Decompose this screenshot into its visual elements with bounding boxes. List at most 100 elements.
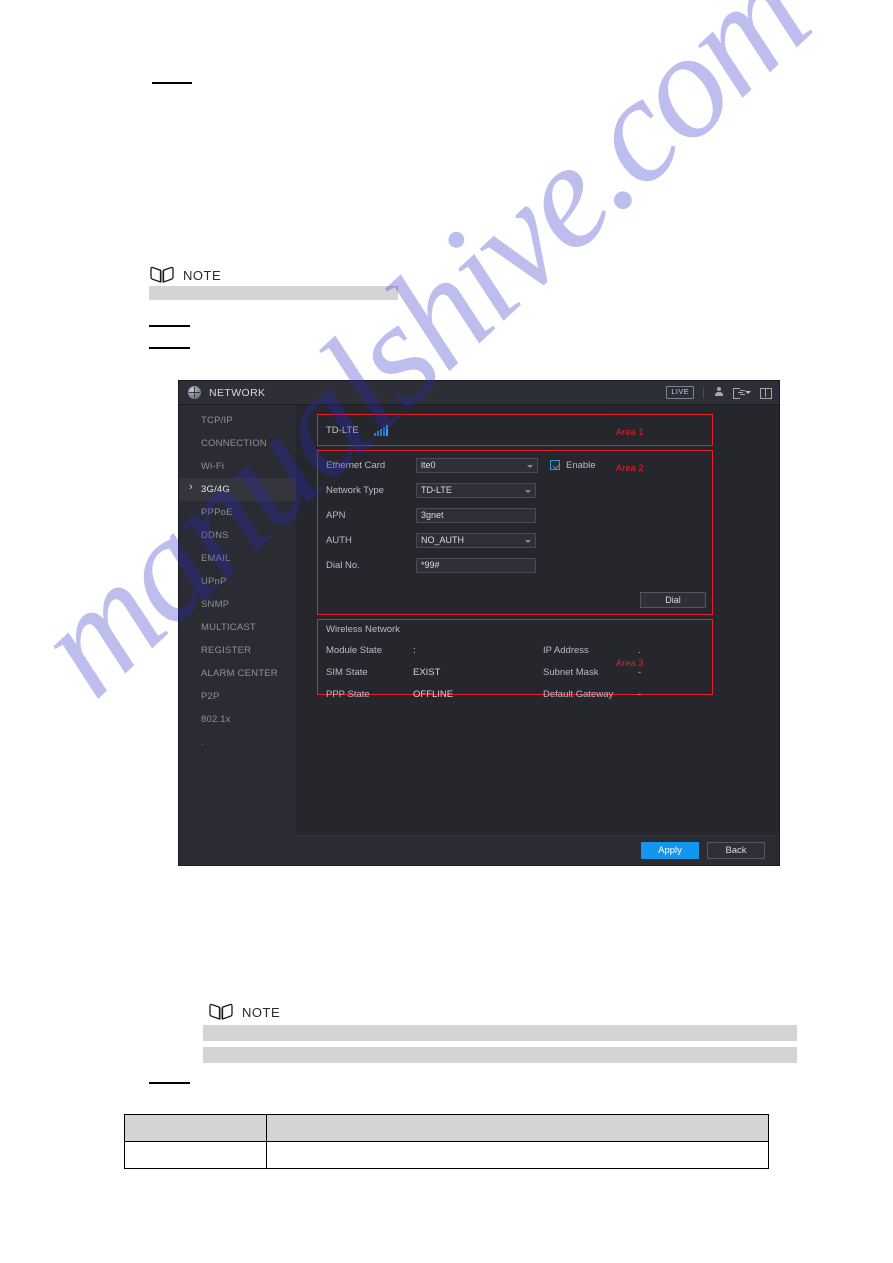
auth-label: AUTH <box>326 534 352 546</box>
redacted-rule-mid-1 <box>149 325 190 327</box>
window-body: TCP/IP CONNECTION Wi-Fi 3G/4G PPPoE DDNS… <box>179 405 779 865</box>
window-footer: Apply Back <box>296 835 779 865</box>
chevron-down-icon <box>525 489 531 493</box>
status-row: SIM State EXIST Subnet Mask - <box>318 661 712 683</box>
sidebar-item-label: UPnP <box>201 576 227 587</box>
redacted-rule-top <box>152 82 192 84</box>
auth-value: NO_AUTH <box>421 535 465 545</box>
redacted-note-text-top <box>149 286 398 300</box>
sidebar-item-multicast[interactable]: MULTICAST <box>179 616 296 639</box>
redacted-note-text-bottom-1 <box>203 1025 797 1041</box>
ethernet-card-select[interactable]: lte0 <box>416 457 538 473</box>
window-status-icons: LIVE <box>666 386 772 399</box>
table-cell-1 <box>124 1141 267 1169</box>
apn-input[interactable]: 3gnet <box>416 507 536 523</box>
status-row: Module State : IP Address . <box>318 639 712 661</box>
auth-select[interactable]: NO_AUTH <box>416 532 536 548</box>
network-type-value: TD-LTE <box>421 485 452 495</box>
form-row-dial-no: Dial No. *99# <box>326 554 712 576</box>
form-row-auth: AUTH NO_AUTH <box>326 529 712 551</box>
grid-icon[interactable] <box>760 387 772 399</box>
sidebar-item-register[interactable]: REGISTER <box>179 639 296 662</box>
default-gateway-value: - <box>638 688 642 700</box>
ppp-state-value: OFFLINE <box>413 688 454 700</box>
sidebar-item-pppoe[interactable]: PPPoE <box>179 501 296 524</box>
exit-icon[interactable] <box>733 387 744 399</box>
network-type-select[interactable]: TD-LTE <box>416 482 536 498</box>
chevron-down-icon <box>527 464 533 468</box>
redacted-note-text-bottom-2 <box>203 1047 797 1063</box>
sidebar-item-ddns[interactable]: DDNS <box>179 524 296 547</box>
network-type-label: Network Type <box>326 484 384 496</box>
document-page: NOTE NETWORK LIVE TCP/IP CONNECTION Wi-F… <box>0 0 893 1263</box>
sidebar-item-alarm-center[interactable]: ALARM CENTER <box>179 662 296 685</box>
enable-checkbox[interactable] <box>550 460 560 470</box>
status-row: PPP State OFFLINE Default Gateway - <box>318 683 712 705</box>
sidebar-item-label: Wi-Fi <box>201 461 225 472</box>
network-type-status: TD-LTE <box>326 424 359 436</box>
sidebar-item-label: REGISTER <box>201 645 252 656</box>
note-block-bottom: NOTE <box>208 1003 280 1021</box>
sidebar-item-email[interactable]: EMAIL <box>179 547 296 570</box>
sidebar-item-label: SNMP <box>201 599 230 610</box>
live-badge[interactable]: LIVE <box>666 386 694 399</box>
sidebar-item-8021x[interactable]: 802.1x <box>179 708 296 731</box>
apn-label: APN <box>326 509 346 521</box>
book-icon <box>149 266 175 284</box>
area-1-network-status: TD-LTE <box>317 414 713 446</box>
sidebar-item-label: EMAIL <box>201 553 231 564</box>
sidebar-item-label: . <box>201 737 204 748</box>
sidebar-item-3g4g[interactable]: 3G/4G <box>179 478 296 501</box>
wireless-network-title: Wireless Network <box>326 624 400 635</box>
chevron-down-icon[interactable] <box>745 391 751 394</box>
redacted-rule-mid-2 <box>149 347 190 349</box>
sidebar-item-upnp[interactable]: UPnP <box>179 570 296 593</box>
ip-address-value: . <box>638 644 641 656</box>
signal-bars-icon <box>373 424 388 436</box>
enable-checkbox-wrap[interactable]: Enable <box>550 460 596 471</box>
table-row <box>124 1141 769 1169</box>
sidebar-item-label: MULTICAST <box>201 622 256 633</box>
dial-button[interactable]: Dial <box>640 592 706 608</box>
spec-table <box>124 1114 769 1169</box>
table-header-cell-1 <box>124 1114 267 1142</box>
apply-button[interactable]: Apply <box>641 842 699 859</box>
sidebar-item-more[interactable]: . <box>179 731 296 754</box>
form-row-apn: APN 3gnet <box>326 504 712 526</box>
default-gateway-label: Default Gateway <box>543 688 614 700</box>
sidebar-item-tcpip[interactable]: TCP/IP <box>179 409 296 432</box>
module-state-label: Module State <box>326 644 382 656</box>
dial-no-label: Dial No. <box>326 559 360 571</box>
back-button[interactable]: Back <box>707 842 765 859</box>
ethernet-card-label: Ethernet Card <box>326 459 386 471</box>
module-state-value: : <box>413 644 416 656</box>
area-2-dial-settings: Ethernet Card lte0 Enable Network Type T… <box>317 450 713 615</box>
wireless-status-grid: Module State : IP Address . SIM State EX… <box>318 639 712 705</box>
note-block-top: NOTE <box>149 266 221 284</box>
sidebar-item-label: 3G/4G <box>201 484 230 495</box>
window-title-bar: NETWORK LIVE <box>179 381 779 405</box>
enable-label: Enable <box>566 459 596 471</box>
dial-no-input[interactable]: *99# <box>416 557 536 573</box>
window-title-left: NETWORK <box>188 386 265 399</box>
sidebar-item-snmp[interactable]: SNMP <box>179 593 296 616</box>
table-row-header <box>124 1114 769 1142</box>
sidebar-item-label: P2P <box>201 691 220 702</box>
area-3-annotation: Area 3 <box>616 658 644 668</box>
divider <box>703 387 704 398</box>
sidebar-item-wifi[interactable]: Wi-Fi <box>179 455 296 478</box>
note-label: NOTE <box>242 1004 281 1020</box>
note-label: NOTE <box>183 267 222 283</box>
main-panel: TD-LTE Area 1 Ethernet Card lte0 Enable … <box>296 405 779 865</box>
area-2-annotation: Area 2 <box>616 463 644 473</box>
sidebar-item-label: DDNS <box>201 530 229 541</box>
ppp-state-label: PPP State <box>326 688 370 700</box>
form-row-ethernet-card: Ethernet Card lte0 Enable <box>326 454 712 476</box>
sidebar-item-connection[interactable]: CONNECTION <box>179 432 296 455</box>
sim-state-value: EXIST <box>413 666 441 678</box>
sidebar-item-label: ALARM CENTER <box>201 668 278 679</box>
redacted-rule-bottom <box>149 1082 190 1084</box>
user-icon[interactable] <box>713 387 724 398</box>
ethernet-card-value: lte0 <box>421 460 436 470</box>
sidebar-item-p2p[interactable]: P2P <box>179 685 296 708</box>
